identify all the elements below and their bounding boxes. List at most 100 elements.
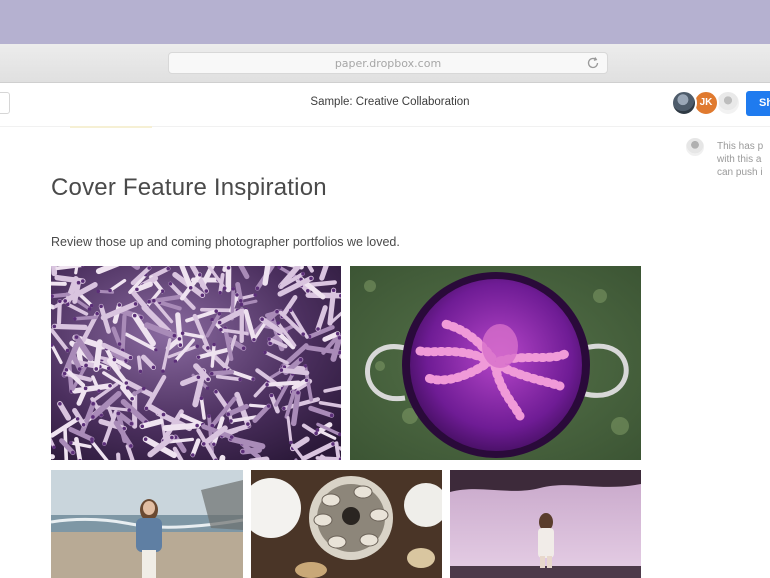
urchin-spine-tip bbox=[65, 348, 70, 353]
urchin-spine-tip bbox=[298, 357, 303, 362]
urchin-spine-tip bbox=[128, 355, 133, 360]
urchin-spine-tip bbox=[206, 377, 210, 382]
page-title: Cover Feature Inspiration bbox=[51, 174, 327, 201]
urchin-spine-tip bbox=[306, 289, 310, 293]
urchin-spine-tip bbox=[52, 324, 57, 329]
urchin-spine-tip bbox=[180, 331, 185, 336]
urchin-spine bbox=[73, 315, 98, 321]
urchin-spine-tip bbox=[196, 375, 201, 380]
urchin-spine-tip bbox=[288, 308, 293, 313]
reload-icon[interactable] bbox=[585, 55, 601, 71]
woman-sunset-photo[interactable] bbox=[450, 470, 641, 578]
urchin-spine-tip bbox=[204, 289, 209, 293]
urchin-spine bbox=[51, 281, 67, 286]
urchin-spine-tip bbox=[97, 389, 101, 393]
urchin-spine-tip bbox=[117, 303, 122, 307]
urchin-spine-tip bbox=[73, 316, 77, 321]
beach-image bbox=[51, 470, 243, 578]
url-text: paper.dropbox.com bbox=[334, 57, 442, 70]
urchin-spine bbox=[51, 266, 58, 277]
urchin-spine-tip bbox=[241, 346, 246, 351]
urchin-spine-tip bbox=[265, 382, 269, 387]
urchin-spine-tip bbox=[99, 304, 103, 309]
urchin-spine bbox=[210, 342, 216, 368]
urchin-spine-tip bbox=[241, 449, 245, 454]
urchin-spine-tip bbox=[84, 363, 88, 368]
urchin-spine-tip bbox=[106, 366, 111, 371]
urchin-spine-tip bbox=[52, 445, 56, 450]
urchin-spine-tip bbox=[173, 359, 178, 363]
collaborator-avatar[interactable] bbox=[671, 90, 697, 116]
urchin-spine-tip bbox=[251, 377, 255, 381]
urchin-spine-tip bbox=[199, 396, 204, 401]
urchin-spine-tip bbox=[226, 412, 231, 416]
sunset-image bbox=[450, 470, 641, 578]
urchin-spine-tip bbox=[301, 332, 305, 336]
urchin-spine-tip bbox=[219, 328, 223, 332]
urchin-spine-tip bbox=[238, 298, 243, 303]
oysters-table-photo[interactable] bbox=[251, 470, 442, 578]
address-bar[interactable]: paper.dropbox.com bbox=[168, 52, 608, 74]
urchin-spine-tip bbox=[117, 342, 122, 346]
urchin-spine-tip bbox=[125, 386, 130, 390]
urchin-spine-tip bbox=[206, 346, 210, 350]
urchin-spine-tip bbox=[129, 421, 134, 426]
urchin-spine-tip bbox=[90, 439, 94, 444]
urchin-spine-tip bbox=[64, 368, 69, 372]
urchin-spine-tip bbox=[222, 286, 227, 291]
urchin-spine-tip bbox=[133, 302, 138, 306]
urchin-spine-tip bbox=[75, 417, 80, 421]
urchin-spine-tip bbox=[218, 290, 222, 295]
urchin-spine-tip bbox=[161, 412, 166, 417]
sea-urchin-photo[interactable] bbox=[51, 266, 341, 460]
urchin-spine-tip bbox=[304, 378, 309, 383]
document-title: Sample: Creative Collaboration bbox=[310, 96, 470, 108]
urchin-spine-tip bbox=[170, 435, 174, 440]
urchin-spine-tip bbox=[74, 335, 79, 339]
share-button[interactable]: Sh bbox=[746, 91, 770, 116]
urchin-spine-tip bbox=[209, 371, 214, 376]
urchin-spine-tip bbox=[63, 299, 68, 303]
urchin-spine-tip bbox=[143, 437, 148, 441]
urchin-spine-tip bbox=[140, 424, 145, 429]
urchin-spine-tip bbox=[196, 355, 201, 359]
urchin-spine-tip bbox=[229, 435, 234, 439]
urchin-spine-tip bbox=[116, 411, 121, 416]
urchin-spine bbox=[56, 299, 62, 325]
urchin-spine-tip bbox=[301, 272, 305, 276]
urchin-spine-tip bbox=[226, 266, 231, 270]
urchin-spine-tip bbox=[212, 342, 216, 347]
urchin-spine-tip bbox=[198, 272, 202, 277]
woman-on-beach-photo[interactable] bbox=[51, 470, 243, 578]
urchin-spine-tip bbox=[217, 320, 222, 325]
urchin-spine-tip bbox=[160, 289, 165, 294]
urchin-spine-tip bbox=[217, 312, 222, 316]
comment-line: can push i bbox=[717, 167, 763, 178]
urchin-spine-tip bbox=[161, 369, 165, 373]
urchin-spine-tip bbox=[212, 442, 216, 447]
urchin-spine-tip bbox=[94, 367, 99, 371]
urchin-spine-tip bbox=[269, 393, 274, 398]
urchin-spine-tip bbox=[200, 293, 205, 298]
urchin-spine-tip bbox=[76, 280, 81, 285]
urchin-spine-tip bbox=[331, 288, 336, 293]
desktop-background bbox=[0, 0, 770, 44]
urchin-spine-tip bbox=[276, 321, 281, 325]
urchin-spine-tip bbox=[124, 381, 129, 385]
urchin-spine-tip bbox=[239, 302, 244, 307]
urchin-spine-tip bbox=[151, 365, 156, 370]
urchin-spine-tip bbox=[108, 384, 112, 388]
comment-line: This has p bbox=[717, 141, 764, 152]
urchin-spine bbox=[235, 281, 244, 304]
urchin-spine-tip bbox=[260, 317, 264, 322]
comment-bubble[interactable]: This has p with this a can push i bbox=[717, 140, 770, 179]
urchin-spine-tip bbox=[316, 327, 320, 331]
octopus-in-pot-photo[interactable] bbox=[350, 266, 641, 460]
urchin-spine-tip bbox=[87, 307, 92, 311]
comment-author-avatar bbox=[686, 138, 704, 156]
sea-urchin-image bbox=[51, 266, 341, 460]
comment-line: with this a bbox=[717, 154, 762, 165]
urchin-spine bbox=[120, 314, 127, 353]
urchin-spine-tip bbox=[279, 368, 284, 372]
urchin-spine-tip bbox=[95, 311, 99, 316]
